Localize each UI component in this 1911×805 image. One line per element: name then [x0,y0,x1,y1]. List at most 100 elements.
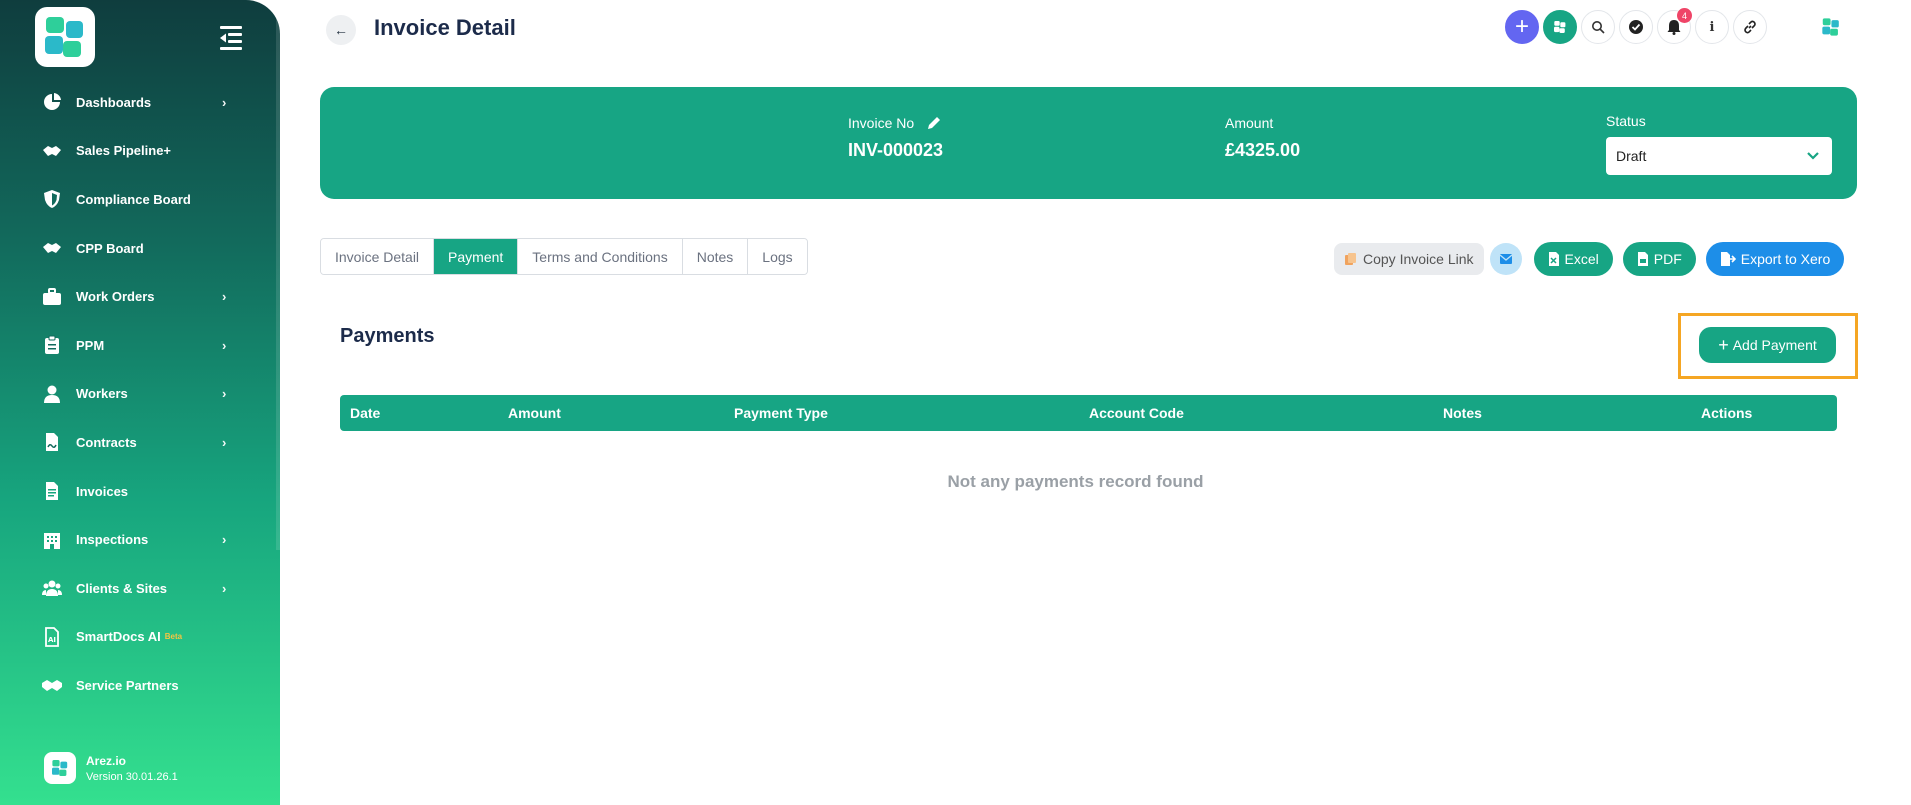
sidebar-footer: Arez.io Version 30.01.26.1 [44,752,178,784]
top-toolbar: + 4 i [1505,8,1771,44]
sidebar-nav: Dashboards › Sales Pipeline+ Compliance … [0,78,280,710]
chevron-right-icon: › [222,434,227,450]
amount-label: Amount [1225,115,1274,131]
email-button[interactable] [1489,243,1522,275]
column-header-actions[interactable]: Actions [1701,405,1752,421]
notification-count-badge: 4 [1677,8,1692,23]
column-header-notes[interactable]: Notes [1443,405,1482,421]
sidebar-item-compliance-board[interactable]: Compliance Board [0,175,280,224]
building-icon [40,528,64,552]
sidebar-item-smartdocs-ai[interactable]: AI SmartDocs AI Beta [0,613,280,662]
sidebar-item-ppm[interactable]: PPM › [0,321,280,370]
notifications-button[interactable]: 4 [1657,8,1692,44]
tasks-button[interactable] [1619,10,1653,44]
copy-invoice-link-button[interactable]: Copy Invoice Link [1334,243,1484,275]
footer-logo-icon [44,752,76,784]
brand-logo-icon [1818,14,1844,40]
sidebar-item-label: Contracts [76,434,137,450]
logo-icon [45,17,83,57]
sidebar-item-cpp-board[interactable]: CPP Board [0,224,280,273]
chevron-right-icon: › [222,94,227,110]
status-label: Status [1606,113,1646,129]
page-title: Invoice Detail [374,15,516,40]
footer-app-name: Arez.io [86,753,127,768]
amount-value: £4325.00 [1225,140,1301,160]
chevron-right-icon: › [222,337,227,353]
column-header-account-code[interactable]: Account Code [1089,405,1184,421]
sidebar-item-label: Clients & Sites [76,580,168,596]
sidebar-item-dashboards[interactable]: Dashboards › [0,78,280,127]
pie-chart-icon [40,90,64,114]
plus-icon: + [1514,13,1529,40]
search-icon [1592,21,1605,34]
search-button[interactable] [1581,10,1615,44]
sidebar-item-contracts[interactable]: Contracts › [0,418,280,467]
status-select[interactable]: Draft [1606,137,1832,175]
invoice-number-label: Invoice No [848,115,915,131]
chevron-right-icon: › [222,532,227,548]
export-to-xero-button[interactable]: Export to Xero [1705,242,1845,276]
pencil-icon[interactable] [926,115,942,131]
invoice-number-block: Invoice No INV-000023 [848,115,943,161]
shield-icon [40,187,64,211]
svg-text:AI: AI [48,636,56,644]
tab-payment[interactable]: Payment [434,239,519,274]
amount-block: Amount £4325.00 [1225,115,1300,161]
link-button[interactable] [1733,10,1767,44]
copy-icon [1345,253,1356,265]
add-payment-button[interactable]: + Add Payment [1699,327,1836,363]
column-header-amount[interactable]: Amount [508,405,561,421]
contract-icon [40,430,64,454]
info-button[interactable]: i [1695,10,1729,44]
partners-icon [40,673,64,697]
sidebar: Dashboards › Sales Pipeline+ Compliance … [0,0,280,805]
empty-state: Not any payments record found [0,472,1911,492]
sidebar-item-service-partners[interactable]: Service Partners [0,661,280,710]
ai-document-icon: AI [40,625,64,649]
sidebar-item-label: Compliance Board [76,191,191,207]
column-header-payment-type[interactable]: Payment Type [734,405,828,421]
add-payment-label: Add Payment [1732,337,1817,353]
footer-version: Version 30.01.26.1 [86,770,178,783]
pdf-file-icon [1637,252,1648,266]
column-header-date[interactable]: Date [350,405,380,421]
file-export-icon [1720,252,1736,266]
export-to-xero-label: Export to Xero [1740,251,1831,267]
tab-invoice-detail[interactable]: Invoice Detail [321,239,435,274]
sidebar-item-label: Workers [76,386,128,402]
tab-terms-and-conditions[interactable]: Terms and Conditions [518,239,683,274]
tab-notes[interactable]: Notes [682,239,749,274]
sidebar-collapse-button[interactable] [216,24,248,52]
app-switcher-button[interactable] [1543,10,1577,44]
back-button[interactable]: ← [326,15,356,45]
chevron-right-icon: › [222,580,227,596]
sidebar-item-label: Service Partners [76,677,179,693]
excel-label: Excel [1564,251,1599,267]
quick-add-button[interactable]: + [1505,10,1539,44]
sidebar-item-label: Sales Pipeline+ [76,143,172,159]
sidebar-item-label: Work Orders [76,289,155,305]
sidebar-item-sales-pipeline[interactable]: Sales Pipeline+ [0,127,280,176]
payments-table-header: Date Amount Payment Type Account Code No… [340,395,1837,431]
invoice-actions: Copy Invoice Link Excel PDF Export to Xe… [1334,242,1845,276]
users-icon [40,576,64,600]
sidebar-item-workers[interactable]: Workers › [0,370,280,419]
handshake-icon [40,139,64,163]
copy-invoice-link-label: Copy Invoice Link [1363,251,1474,267]
invoice-summary-card: Invoice No INV-000023 Amount £4325.00 St… [320,87,1857,199]
check-badge-icon [1629,20,1643,34]
status-block: Status Draft [1606,113,1832,175]
empty-state-message: Not any payments record found [947,472,1204,491]
app-logo[interactable] [35,7,95,67]
sidebar-item-work-orders[interactable]: Work Orders › [0,272,280,321]
sidebar-item-clients-sites[interactable]: Clients & Sites › [0,564,280,613]
chevron-right-icon: › [222,289,227,305]
chevron-down-icon [1807,152,1819,160]
sidebar-item-inspections[interactable]: Inspections › [0,515,280,564]
info-icon: i [1709,19,1715,35]
sidebar-item-label: Dashboards [76,94,152,110]
export-pdf-button[interactable]: PDF [1622,242,1696,276]
export-excel-button[interactable]: Excel [1533,242,1613,276]
sidebar-item-label: CPP Board [76,240,144,256]
tab-logs[interactable]: Logs [748,239,807,274]
